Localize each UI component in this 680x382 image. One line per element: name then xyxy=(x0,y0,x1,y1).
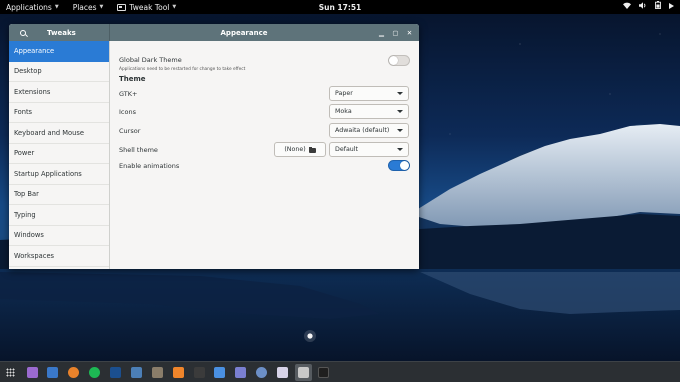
global-dark-theme-note: Applications need to be restarted for ch… xyxy=(119,67,246,72)
volume-icon xyxy=(639,0,647,14)
chevron-down-icon xyxy=(397,110,403,113)
maximize-icon[interactable]: ▢ xyxy=(392,29,399,37)
appearance-panel: Global Dark Theme Applications need to b… xyxy=(110,41,419,269)
sidebar-item-startup-applications[interactable]: Startup Applications xyxy=(9,164,109,185)
window-title: Appearance xyxy=(220,28,268,37)
places-menu-label: Places xyxy=(72,2,97,12)
search-icon xyxy=(20,29,26,36)
sidebar-item-top-bar[interactable]: Top Bar xyxy=(9,185,109,205)
steam-icon[interactable] xyxy=(110,367,121,378)
terminal-icon[interactable] xyxy=(318,367,329,378)
tweaks-sidebar: Appearance Desktop Extensions Fonts Keyb… xyxy=(9,41,110,269)
mail-icon[interactable] xyxy=(47,367,58,378)
firefox-icon[interactable] xyxy=(68,367,79,378)
chevron-down-icon xyxy=(397,92,403,95)
files-icon[interactable] xyxy=(27,367,38,378)
text-editor-icon[interactable] xyxy=(214,367,225,378)
global-dark-theme-switch[interactable] xyxy=(388,55,410,66)
tweak-tool-icon[interactable] xyxy=(277,367,288,378)
window-headerbar: Tweaks Appearance ▁ ▢ ✕ xyxy=(9,24,419,41)
sidebar-item-power[interactable]: Power xyxy=(9,144,109,164)
shell-theme-file-label: (None) xyxy=(284,146,306,153)
cursor-theme-dropdown[interactable]: Adwaita (default) xyxy=(329,123,409,138)
sidebar-item-extensions[interactable]: Extensions xyxy=(9,82,109,103)
icons-theme-label: Icons xyxy=(119,108,136,116)
search-button[interactable] xyxy=(15,24,31,41)
sidebar-item-typing[interactable]: Typing xyxy=(9,205,109,226)
shell-theme-value: Default xyxy=(335,146,359,153)
sidebar-item-desktop[interactable]: Desktop xyxy=(9,62,109,82)
sidebar-item-workspaces[interactable]: Workspaces xyxy=(9,246,109,267)
caret-down-icon: ▼ xyxy=(54,4,59,10)
system-status-menu[interactable] xyxy=(623,0,674,14)
tweak-tool-icon[interactable] xyxy=(298,367,309,378)
close-icon[interactable]: ✕ xyxy=(406,29,413,37)
enable-animations-switch[interactable] xyxy=(388,160,410,171)
global-dark-theme-label: Global Dark Theme xyxy=(119,56,182,64)
show-applications-icon[interactable] xyxy=(6,368,15,377)
chevron-down-icon xyxy=(397,129,403,132)
top-bar: Applications ▼ Places ▼ Tweak Tool ▼ Sun… xyxy=(0,0,680,14)
icons-theme-value: Moka xyxy=(335,108,352,115)
gtk-theme-value: Paper xyxy=(335,90,353,97)
theme-section-title: Theme xyxy=(119,75,146,83)
battery-icon xyxy=(655,0,661,14)
sidebar-item-keyboard-and-mouse[interactable]: Keyboard and Mouse xyxy=(9,123,109,144)
tweak-tool-app-icon xyxy=(117,3,127,11)
clock[interactable]: Sun 17:51 xyxy=(319,0,362,14)
document-viewer-icon[interactable] xyxy=(194,367,205,378)
app-menu-label: Tweak Tool xyxy=(129,2,170,12)
shell-theme-dropdown[interactable]: Default xyxy=(329,142,409,157)
caret-down-icon: ▼ xyxy=(172,4,177,10)
cursor-theme-label: Cursor xyxy=(119,127,141,135)
app-menu[interactable]: Tweak Tool ▼ xyxy=(117,0,176,14)
sidebar-item-appearance[interactable]: Appearance xyxy=(9,41,109,62)
cursor-theme-value: Adwaita (default) xyxy=(335,127,390,134)
sidebar-item-fonts[interactable]: Fonts xyxy=(9,103,109,123)
caret-down-icon: ▼ xyxy=(99,4,104,10)
chevron-down-icon xyxy=(397,148,403,151)
minimize-icon[interactable]: ▁ xyxy=(378,29,385,37)
shell-theme-file-button[interactable]: (None) xyxy=(274,142,326,157)
spotify-icon[interactable] xyxy=(89,367,100,378)
media-player-icon[interactable] xyxy=(173,367,184,378)
gtk-theme-label: GTK+ xyxy=(119,90,138,98)
image-editor-icon[interactable] xyxy=(256,367,267,378)
wifi-icon xyxy=(623,0,631,14)
gtk-theme-dropdown[interactable]: Paper xyxy=(329,86,409,101)
folder-open-icon xyxy=(308,146,316,153)
enable-animations-label: Enable animations xyxy=(119,162,180,170)
applications-menu[interactable]: Applications ▼ xyxy=(6,0,59,14)
sidebar-item-windows[interactable]: Windows xyxy=(9,226,109,246)
applications-menu-label: Applications xyxy=(6,2,52,12)
settings-icon[interactable] xyxy=(235,367,246,378)
sidebar-header: Tweaks xyxy=(9,24,110,41)
photo-viewer-icon[interactable] xyxy=(131,367,142,378)
tweaks-window: Tweaks Appearance ▁ ▢ ✕ Appearance Deskt… xyxy=(9,24,419,269)
vlc-icon[interactable] xyxy=(152,367,163,378)
bottom-dock xyxy=(0,361,680,382)
sidebar-title: Tweaks xyxy=(47,28,76,37)
icons-theme-dropdown[interactable]: Moka xyxy=(329,104,409,119)
shell-theme-label: Shell theme xyxy=(119,146,158,154)
places-menu[interactable]: Places ▼ xyxy=(73,0,104,14)
power-icon xyxy=(669,0,674,14)
